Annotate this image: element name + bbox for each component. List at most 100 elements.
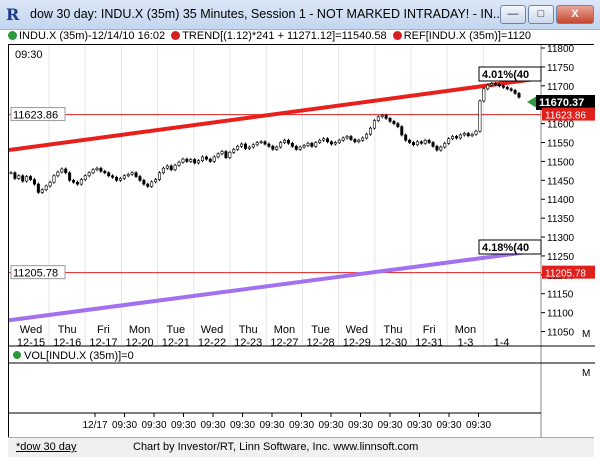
- price-candle-body: [32, 179, 36, 185]
- trend-label[interactable]: TREND[(1.12)*241 + 11271.12]=11540.58: [182, 30, 386, 42]
- price-candle-body: [107, 172, 111, 177]
- y-tick-label: 11150: [547, 290, 574, 301]
- x-tick-label: 09:30: [200, 420, 225, 431]
- credit-text: Chart by Investor/RT, Linn Software, Inc…: [133, 441, 419, 453]
- trend-status-icon[interactable]: [171, 31, 181, 40]
- price-candle-body: [232, 149, 236, 153]
- day-label: Mon: [455, 324, 476, 336]
- maximize-button[interactable]: □: [528, 5, 554, 24]
- price-candle-body: [439, 146, 443, 151]
- price-candle-body: [212, 156, 216, 162]
- price-candle-body: [130, 172, 134, 175]
- price-candle-body: [318, 139, 322, 143]
- y-tick-label: 11750: [547, 63, 575, 74]
- price-candle-body: [435, 145, 439, 151]
- x-tick-label: 09:30: [171, 420, 196, 431]
- price-candle-body: [75, 181, 79, 185]
- close-button[interactable]: X: [556, 5, 594, 24]
- price-candle-body: [181, 158, 185, 163]
- price-candle-body: [294, 145, 298, 150]
- price-candle-body: [154, 179, 158, 183]
- price-candle-body: [271, 145, 275, 150]
- price-candle-body: [64, 168, 68, 174]
- title-bar: R dow 30 day: INDU.X (35m) 35 Minutes, S…: [0, 0, 600, 30]
- price-candle-body: [56, 171, 60, 177]
- price-candle-body: [392, 121, 396, 124]
- reference-axis-label: 11623.86: [545, 111, 586, 122]
- price-candle-body: [443, 142, 447, 148]
- price-candle-body: [72, 180, 76, 183]
- price-candle-body: [314, 142, 318, 147]
- price-candle-body: [236, 145, 240, 150]
- price-chart[interactable]: 1105011100111501120011250113001135011400…: [8, 44, 595, 438]
- price-candle-body: [447, 138, 451, 144]
- price-candle-body: [21, 175, 25, 182]
- x-tick-label: 09:30: [112, 420, 137, 431]
- chart-header: INDU.X (35m)-12/14/10 16:02 TREND[(1.12)…: [8, 30, 594, 44]
- price-candle-body: [451, 136, 455, 140]
- symbol-label[interactable]: INDU.X (35m)-12/14/10 16:02: [19, 30, 165, 42]
- price-candle-body: [208, 158, 212, 162]
- day-label: Tue: [167, 324, 186, 336]
- price-candle-body: [411, 142, 415, 146]
- price-candle-body: [509, 88, 513, 91]
- price-candle-body: [337, 139, 341, 143]
- price-candle-body: [200, 156, 204, 161]
- chart-tab[interactable]: *dow 30 day: [16, 441, 77, 453]
- y-tick-label: 11050: [547, 328, 575, 339]
- price-candle-body: [486, 84, 490, 90]
- minimize-button[interactable]: —: [500, 5, 526, 24]
- price-candle-body: [423, 139, 427, 144]
- volume-label[interactable]: VOL[INDU.X (35m)]=0: [24, 350, 134, 362]
- price-candle-body: [251, 144, 255, 148]
- price-candle-body: [513, 90, 517, 94]
- price-candle-body: [275, 146, 279, 150]
- price-candle-body: [240, 143, 244, 147]
- price-candle-body: [165, 165, 169, 169]
- reference-axis-label: 11205.78: [545, 269, 586, 280]
- symbol-status-icon[interactable]: [8, 31, 17, 40]
- price-candle-body: [470, 133, 474, 137]
- price-candle-body: [204, 156, 208, 160]
- price-candle-body: [173, 164, 177, 171]
- price-candle-body: [329, 141, 333, 145]
- price-candle-body: [263, 141, 267, 145]
- volume-axis-marker: M: [582, 368, 590, 379]
- price-candle-body: [99, 167, 103, 172]
- x-tick-label: 09:30: [377, 420, 402, 431]
- price-candle-body: [79, 179, 83, 185]
- price-candle-body: [326, 138, 330, 143]
- price-candle-body: [505, 87, 509, 90]
- price-candle-body: [458, 134, 462, 139]
- price-candle-body: [404, 134, 408, 141]
- price-candle-body: [193, 159, 197, 164]
- price-candle-body: [501, 85, 505, 88]
- upper-channel-label: 4.01%(40: [482, 69, 529, 81]
- price-candle-body: [126, 173, 130, 177]
- x-tick-label: 09:30: [436, 420, 461, 431]
- date-label: 12-22: [198, 337, 226, 349]
- price-candle-body: [44, 185, 48, 191]
- ref-label[interactable]: REF[INDU.X (35m)]=1120: [404, 30, 531, 42]
- y-tick-label: 11450: [547, 176, 575, 187]
- date-label: 12-30: [379, 337, 407, 349]
- price-candle-body: [83, 175, 87, 180]
- price-candle-body: [224, 151, 228, 158]
- price-candle-body: [185, 158, 189, 162]
- price-candle-body: [279, 142, 283, 148]
- date-label: 12-23: [234, 337, 262, 349]
- price-candle-body: [333, 142, 337, 145]
- price-candle-body: [462, 133, 466, 136]
- price-candle-body: [517, 93, 521, 98]
- price-candle-body: [161, 167, 165, 174]
- volume-status-icon[interactable]: [13, 351, 21, 359]
- price-candle-body: [60, 168, 64, 173]
- ref-status-icon[interactable]: [392, 31, 402, 40]
- y-tick-label: 11300: [547, 233, 575, 244]
- price-candle-body: [103, 170, 107, 174]
- price-candle-body: [122, 175, 126, 179]
- price-candle-body: [118, 178, 122, 181]
- day-label: Thu: [384, 324, 403, 336]
- y-tick-label: 11100: [547, 309, 574, 320]
- price-candle-body: [267, 143, 271, 147]
